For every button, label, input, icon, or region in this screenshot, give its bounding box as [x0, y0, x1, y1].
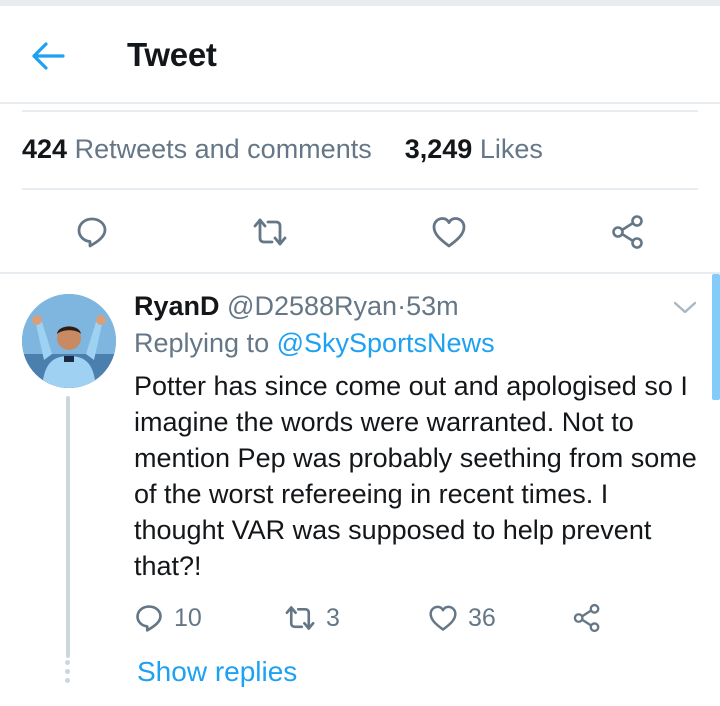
like-button[interactable]: 36: [428, 598, 496, 638]
retweet-icon: [253, 218, 287, 246]
show-replies-link[interactable]: Show replies: [137, 656, 297, 688]
arrow-left-icon: [32, 42, 65, 70]
like-button[interactable]: [427, 210, 471, 254]
user-handle[interactable]: @D2588Ryan: [227, 291, 397, 321]
tweet-meta: RyanD @D2588Ryan·53m: [134, 291, 459, 322]
likes-label: Likes: [479, 134, 543, 164]
retweets-stat[interactable]: 424 Retweets and comments: [22, 134, 379, 164]
reply-tweet[interactable]: RyanD @D2588Ryan·53m Replying to @SkySpo…: [0, 276, 720, 706]
retweet-count: 3: [326, 603, 340, 632]
header: Tweet: [0, 6, 720, 102]
retweet-icon: [285, 606, 315, 630]
retweets-count: 424: [22, 134, 68, 164]
share-icon: [612, 215, 643, 249]
likes-stat[interactable]: 3,249 Likes: [397, 134, 543, 164]
tweet-text: Potter has since come out and apologised…: [134, 371, 697, 581]
likes-count: 3,249: [404, 134, 473, 164]
thread-line: [66, 396, 70, 658]
chevron-down-icon: [673, 301, 697, 314]
reply-button[interactable]: 10: [134, 598, 202, 638]
divider: [22, 110, 698, 112]
heart-icon: [432, 217, 466, 248]
like-count: 36: [468, 603, 496, 632]
replying-prefix: Replying to: [134, 328, 270, 358]
thread-dots: [65, 660, 71, 687]
reply-button[interactable]: [70, 210, 114, 254]
divider: [0, 102, 720, 104]
tweet-actions: [0, 192, 720, 272]
scrollbar[interactable]: [712, 274, 720, 400]
retweet-button[interactable]: 3: [284, 598, 340, 638]
retweets-label: Retweets and comments: [74, 134, 372, 164]
divider: [0, 272, 720, 274]
tweet-stats: 424 Retweets and comments 3,249 Likes: [22, 134, 543, 165]
mention-link[interactable]: @SkySportsNews: [277, 328, 495, 358]
display-name[interactable]: RyanD: [134, 291, 220, 321]
share-icon: [573, 603, 600, 633]
meta-separator: ·: [397, 291, 407, 321]
divider: [22, 188, 698, 190]
timestamp: 53m: [406, 291, 459, 321]
reply-icon: [136, 605, 162, 632]
retweet-button[interactable]: [248, 210, 292, 254]
reply-count: 10: [174, 603, 202, 632]
avatar[interactable]: [22, 294, 116, 388]
share-button[interactable]: [572, 598, 602, 638]
tweet-menu-button[interactable]: [668, 296, 702, 320]
page-title: Tweet: [127, 36, 217, 73]
replying-to: Replying to @SkySportsNews: [134, 328, 495, 359]
heart-icon: [429, 605, 457, 631]
avatar-image: [22, 294, 116, 388]
back-button[interactable]: [26, 36, 70, 76]
reply-icon: [77, 217, 107, 248]
reply-actions: 10 3 36: [134, 598, 614, 638]
share-button[interactable]: [606, 210, 650, 254]
